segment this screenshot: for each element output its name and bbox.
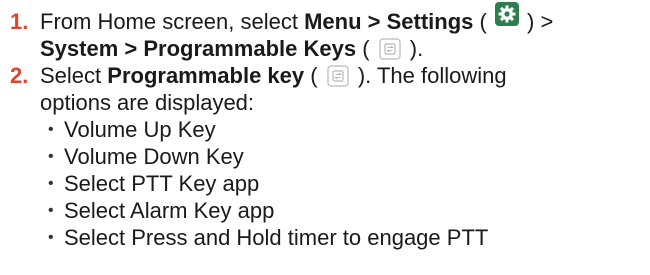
step-1-menu-path: Menu > Settings <box>304 9 474 34</box>
programmable-keys-icon <box>327 65 349 87</box>
step-2-text-before: Select <box>40 63 108 88</box>
list-item: Select PTT Key app <box>40 170 650 197</box>
step-2-text-line2: options are displayed: <box>40 90 255 115</box>
settings-gear-icon <box>494 2 519 26</box>
instruction-steps: 1. From Home screen, select Menu > Setti… <box>0 0 650 251</box>
step-1-paren-open-2: ( <box>356 36 376 61</box>
step-1-system-path: System > Programmable Keys <box>40 36 357 61</box>
list-item: Volume Down Key <box>40 143 650 170</box>
step-1: 1. From Home screen, select Menu > Setti… <box>0 0 650 62</box>
list-item: Volume Up Key <box>40 116 650 143</box>
step-1-paren-open-1: ( <box>473 9 493 34</box>
programmable-keys-icon <box>379 38 401 60</box>
step-1-paren-close-1: ) > <box>520 9 554 34</box>
step-2-paren-open: ( <box>304 63 324 88</box>
step-2-programmable-key-label: Programmable key <box>107 63 305 88</box>
step-2-number: 2. <box>10 63 29 88</box>
step-1-text-before: From Home screen, select <box>40 9 305 34</box>
list-item: Select Alarm Key app <box>40 197 650 224</box>
step-2: 2. Select Programmable key ( ). The foll… <box>0 62 650 251</box>
options-list: Volume Up Key Volume Down Key Select PTT… <box>40 116 650 251</box>
step-2-paren-close: ). The following <box>351 63 507 88</box>
document-page: 1. From Home screen, select Menu > Setti… <box>0 0 650 275</box>
step-1-paren-close-2: ). <box>403 36 424 61</box>
step-1-number: 1. <box>10 9 29 34</box>
list-item: Select Press and Hold timer to engage PT… <box>40 224 650 251</box>
